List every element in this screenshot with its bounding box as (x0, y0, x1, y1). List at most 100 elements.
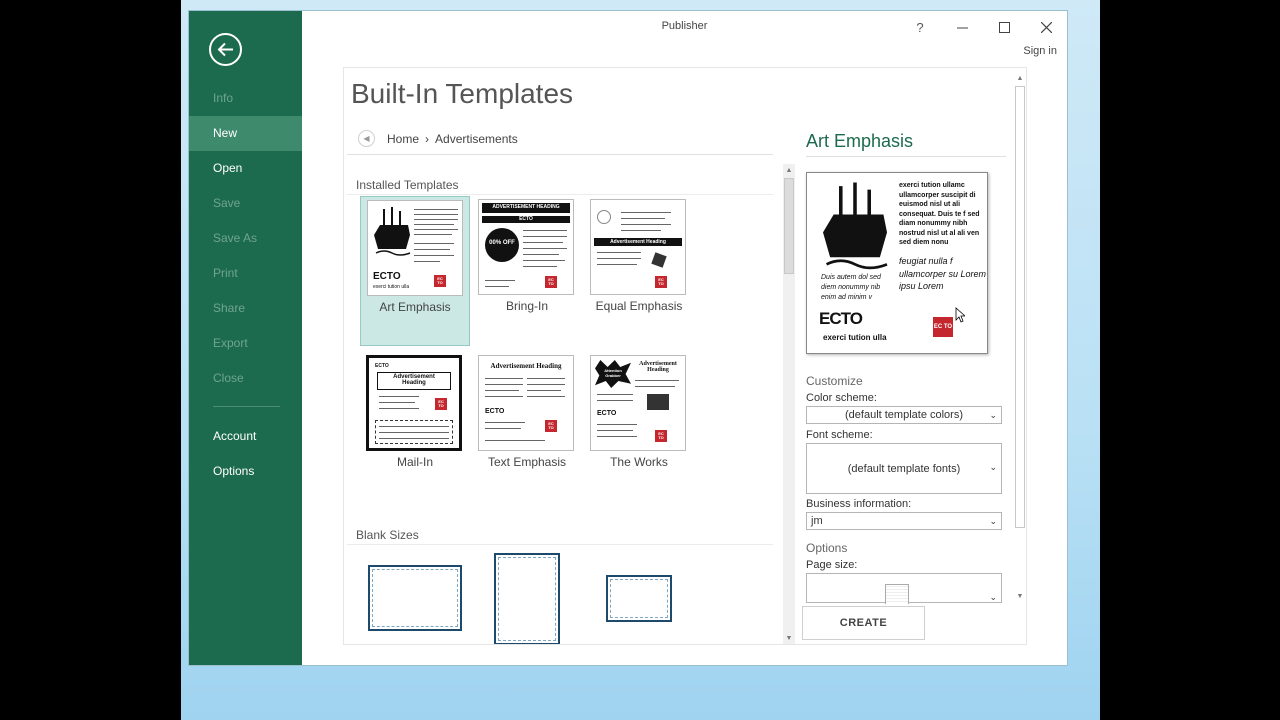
font-scheme-value: (default template fonts) (847, 462, 961, 475)
back-button[interactable] (209, 33, 242, 66)
page-size-select[interactable]: ⌄ (806, 573, 1002, 604)
bring-in-thumbnail: ADVERTISEMENT HEADING ECTO 00% OFF EC TO (478, 199, 574, 295)
create-button[interactable]: CREATE (802, 606, 925, 640)
thumb-attention-text: Attention Grabber (604, 368, 622, 378)
preview-body-text: exerci tution ullamc ullamcorper suscipi… (899, 182, 980, 246)
template-the-works[interactable]: Attention Grabber Advertisement Heading … (584, 352, 694, 502)
nav-item-save-as: Save As (213, 231, 258, 245)
template-mail-in[interactable]: ECTO Advertisement Heading EC TO Mail-In (360, 352, 470, 502)
title-bar: Publisher ? Sign in (302, 11, 1067, 58)
business-info-value: jm (811, 515, 823, 527)
maximize-icon (998, 21, 1010, 33)
backstage-sidebar: Info New Open Save Save As Print Share E… (189, 11, 302, 665)
scroll-up-arrow[interactable]: ▲ (783, 164, 795, 176)
nav-item-new[interactable]: New (189, 116, 302, 151)
nav-item-print: Print (213, 266, 238, 280)
arrow-left-icon (217, 42, 233, 57)
templates-scrollbar[interactable]: ▲ ▼ (783, 164, 795, 644)
new-template-pane: Built-In Templates ◀ Home › Advertisemen… (343, 67, 1027, 645)
template-label: Equal Emphasis (595, 299, 683, 313)
breadcrumb-back-button[interactable]: ◀ (358, 130, 375, 147)
breadcrumb-current: Advertisements (435, 131, 518, 146)
font-scheme-select[interactable]: (default template fonts) ⌄ (806, 443, 1002, 494)
breadcrumb: ◀ Home › Advertisements (358, 130, 518, 147)
template-label: The Works (610, 455, 668, 469)
ship-icon (823, 182, 888, 270)
ecto-logo: EC TO (545, 276, 557, 288)
thumb-ecto-text: ECTO (373, 271, 401, 282)
template-text-emphasis[interactable]: Advertisement Heading ECTO EC TO Text Em… (472, 352, 582, 502)
blank-sizes-label: Blank Sizes (356, 528, 419, 542)
panel-scroll-down-arrow[interactable]: ▼ (1014, 590, 1026, 602)
ecto-logo: EC TO (434, 275, 446, 287)
nav-item-close: Close (213, 371, 244, 385)
panel-scroll-up-arrow[interactable]: ▲ (1014, 72, 1026, 84)
color-scheme-select[interactable]: (default template colors) ⌄ (806, 406, 1002, 424)
thumb-heading-text: ADVERTISEMENT HEADING (492, 204, 560, 210)
template-label: Bring-In (505, 299, 549, 313)
thumb-ecto-text: ECTO (485, 408, 505, 415)
thumb-heading-text: Advertisement Heading (610, 239, 666, 245)
chevron-down-icon: ⌄ (989, 592, 997, 602)
blank-size-portrait[interactable] (494, 553, 560, 644)
text-emphasis-thumbnail: Advertisement Heading ECTO EC TO (478, 355, 574, 451)
template-equal-emphasis[interactable]: Advertisement Heading EC TO Equal Emphas… (584, 196, 694, 346)
ecto-logo: EC TO (545, 420, 557, 432)
thumb-heading-text: Advertisement Heading (490, 362, 562, 370)
ecto-logo: EC TO (435, 398, 447, 410)
thumb-discount-text: 00% OFF (489, 240, 515, 246)
close-button[interactable] (1036, 17, 1056, 37)
mail-in-thumbnail: ECTO Advertisement Heading EC TO (366, 355, 462, 451)
the-works-thumbnail: Attention Grabber Advertisement Heading … (590, 355, 686, 451)
breadcrumb-home-link[interactable]: Home (387, 132, 419, 146)
options-label: Options (806, 541, 848, 555)
chevron-down-icon: ⌄ (989, 410, 997, 420)
thumb-heading-text: Advertisement Heading (639, 361, 677, 373)
installed-templates-label: Installed Templates (356, 178, 459, 192)
template-art-emphasis[interactable]: ECTO exerci tution ulla EC TO Art Emphas… (360, 196, 470, 346)
color-scheme-label: Color scheme: (806, 392, 877, 404)
mouse-cursor-icon (955, 307, 965, 323)
sign-in-link[interactable]: Sign in (1023, 45, 1057, 57)
page-size-thumbnail (885, 584, 909, 604)
preview-sub-text: exerci tution ulla (823, 333, 887, 342)
nav-item-info: Info (213, 91, 234, 105)
nav-item-export: Export (213, 336, 248, 350)
installed-templates-rule (347, 194, 773, 195)
template-label: Text Emphasis (487, 455, 567, 469)
preview-ecto-text: ECTO (819, 309, 863, 328)
scroll-down-arrow[interactable]: ▼ (783, 632, 795, 644)
ship-icon (374, 207, 411, 256)
template-preview: exerci tution ullamc ullamcorper suscipi… (806, 172, 988, 354)
thumb-heading-text: Advertisement Heading (393, 374, 435, 386)
preview-caption-text: Duis autem dol sed diem nonummy nib enim… (821, 274, 881, 301)
template-bring-in[interactable]: ADVERTISEMENT HEADING ECTO 00% OFF EC TO… (472, 196, 582, 346)
template-label: Mail-In (396, 455, 433, 469)
maximize-button[interactable] (994, 17, 1014, 37)
font-scheme-label: Font scheme: (806, 429, 873, 441)
thumb-ecto-text: ECTO (597, 410, 617, 417)
help-button[interactable]: ? (910, 17, 930, 37)
nav-item-account[interactable]: Account (189, 419, 302, 454)
art-emphasis-thumbnail: ECTO exerci tution ulla EC TO (367, 200, 463, 296)
panel-scrollbar[interactable]: ▲ ▼ (1014, 72, 1026, 602)
preview-italic-text: feugiat nulla f ullamcorper su Lorem ips… (899, 256, 987, 291)
business-info-select[interactable]: jm ⌄ (806, 512, 1002, 530)
templates-scroll-thumb[interactable] (784, 178, 794, 274)
nav-divider (213, 406, 280, 407)
blank-size-landscape[interactable] (368, 565, 462, 631)
thumb-ecto-text: ECTO (375, 363, 389, 369)
nav-item-options[interactable]: Options (189, 454, 302, 489)
nav-item-share: Share (213, 301, 246, 315)
chevron-down-icon: ⌄ (989, 462, 997, 472)
backstage-nav: Info New Open Save Save As Print Share E… (189, 81, 302, 489)
panel-scroll-thumb[interactable] (1015, 86, 1025, 528)
page-size-label: Page size: (806, 559, 858, 571)
nav-item-open[interactable]: Open (189, 151, 302, 186)
color-scheme-value: (default template colors) (845, 409, 963, 421)
blank-size-small[interactable] (606, 575, 672, 622)
page-title: Built-In Templates (351, 78, 574, 109)
close-icon (1040, 21, 1052, 33)
chevron-down-icon: ⌄ (989, 516, 997, 526)
minimize-button[interactable] (952, 17, 972, 37)
